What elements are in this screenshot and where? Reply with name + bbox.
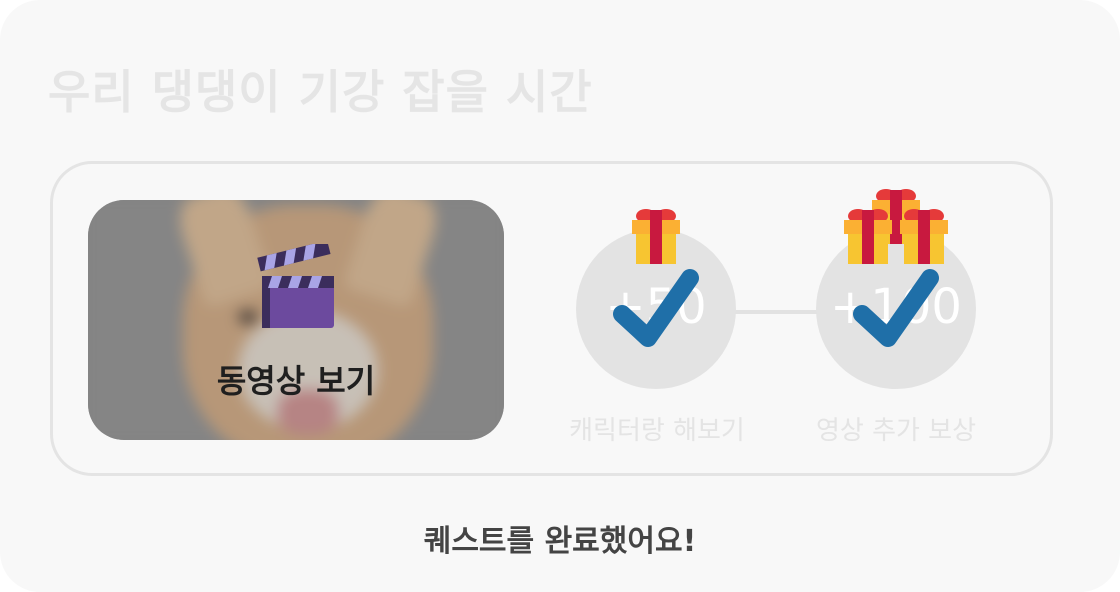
gift-icon <box>632 209 680 264</box>
clapperboard-icon <box>257 244 334 328</box>
quest-complete-message: 퀘스트를 완료했어요! <box>423 524 697 559</box>
gift-stack-icon <box>844 189 948 264</box>
quest-card: 우리 댕댕이 기강 잡을 시간 동영상 보기 +50 캐릭터랑 해보기 +100… <box>0 0 1120 592</box>
progress-connector <box>734 310 820 314</box>
reward-label: 영상 추가 보상 <box>815 416 977 446</box>
watch-video-label: 동영상 보기 <box>216 362 376 400</box>
check-icon <box>613 269 699 347</box>
page-title: 우리 댕댕이 기강 잡을 시간 <box>48 65 593 119</box>
check-icon <box>853 269 939 347</box>
reward-label: 캐릭터랑 해보기 <box>569 416 745 446</box>
